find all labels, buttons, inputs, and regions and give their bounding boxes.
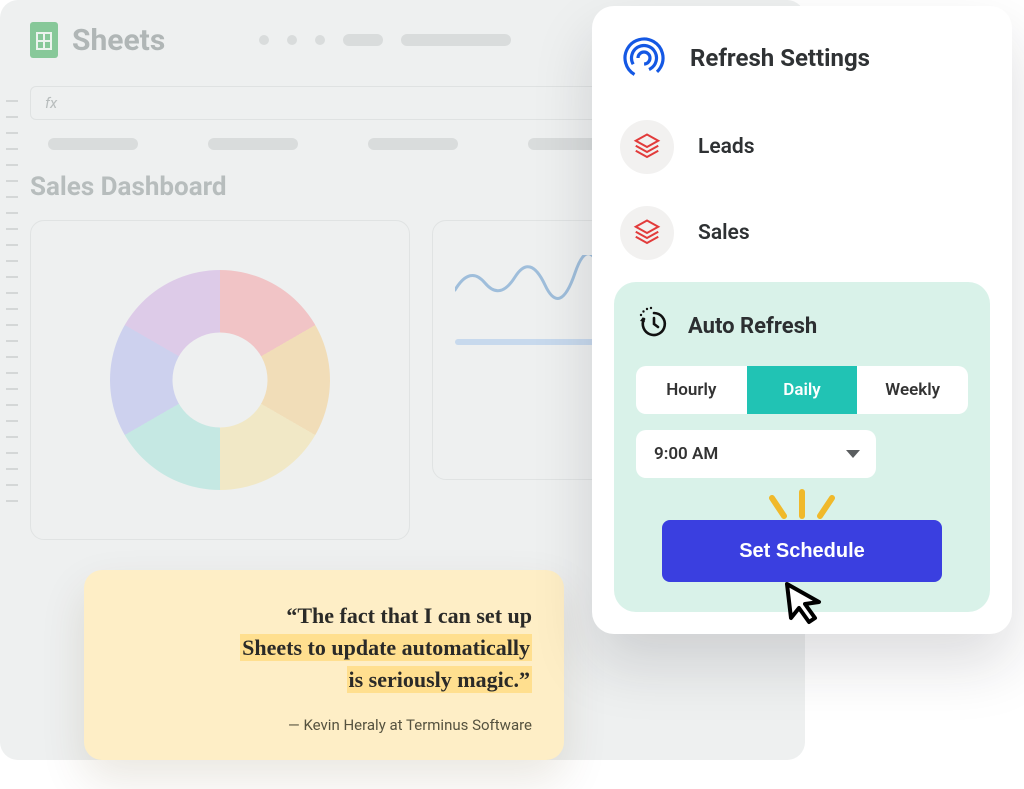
source-item-leads[interactable]: Leads <box>614 110 990 184</box>
source-label: Sales <box>698 221 750 245</box>
chevron-down-icon <box>846 450 860 458</box>
source-item-sales[interactable]: Sales <box>614 196 990 270</box>
frequency-tab-daily[interactable]: Daily <box>747 366 858 414</box>
auto-refresh-card: Auto Refresh Hourly Daily Weekly 9:00 AM… <box>614 282 990 612</box>
history-clock-icon <box>636 306 672 346</box>
set-schedule-button[interactable]: Set Schedule <box>662 520 942 582</box>
toolbar-placeholder <box>259 34 511 46</box>
quote-line-1: “The fact that I can set up <box>286 603 532 628</box>
layers-icon <box>620 206 674 260</box>
testimonial-text: “The fact that I can set up Sheets to up… <box>116 600 532 696</box>
donut-chart <box>110 270 330 490</box>
cursor-pointer-icon <box>775 574 829 634</box>
settings-title: Refresh Settings <box>690 44 870 72</box>
testimonial-attribution: — Kevin Heraly at Terminus Software <box>116 716 532 734</box>
testimonial-card: “The fact that I can set up Sheets to up… <box>84 570 564 760</box>
source-label: Leads <box>698 135 755 159</box>
app-name: Sheets <box>72 23 165 58</box>
row-gutter <box>6 100 20 750</box>
chart-legend-placeholder <box>455 339 595 345</box>
refresh-settings-panel: Refresh Settings Leads Sales <box>592 6 1012 634</box>
set-schedule-label: Set Schedule <box>739 540 865 563</box>
auto-refresh-title: Auto Refresh <box>688 314 817 339</box>
sheets-logo-icon <box>30 22 58 58</box>
quote-line-3: is seriously magic.” <box>347 666 533 693</box>
frequency-tab-hourly[interactable]: Hourly <box>636 366 747 414</box>
layers-icon <box>620 120 674 174</box>
coefficient-logo-icon <box>620 34 668 82</box>
frequency-tab-weekly[interactable]: Weekly <box>857 366 968 414</box>
fx-label: fx <box>45 94 57 112</box>
quote-line-2: Sheets to update automatically <box>240 634 532 661</box>
emphasis-burst-icon <box>752 486 852 532</box>
time-select-value: 9:00 AM <box>654 444 718 464</box>
time-select[interactable]: 9:00 AM <box>636 430 876 478</box>
donut-chart-panel <box>30 220 410 540</box>
frequency-tabs: Hourly Daily Weekly <box>636 366 968 414</box>
